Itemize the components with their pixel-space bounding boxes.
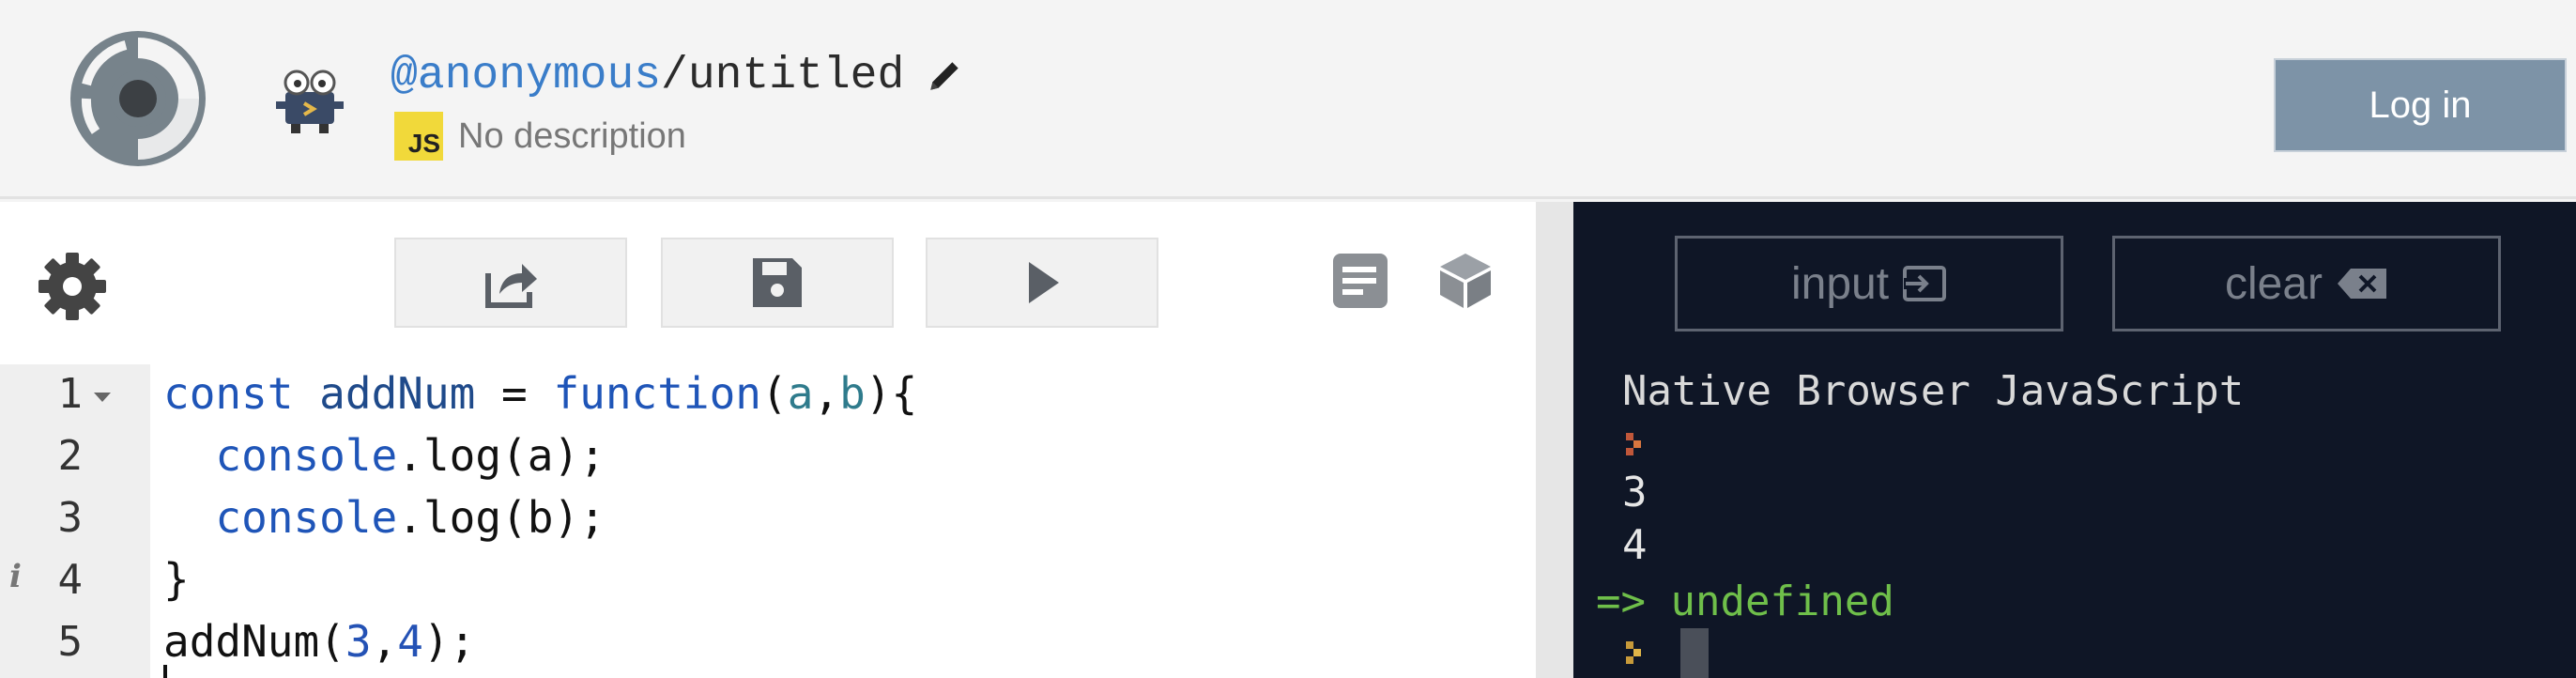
input-icon xyxy=(1903,266,1947,301)
share-button[interactable] xyxy=(394,238,627,328)
clear-button[interactable]: clear xyxy=(2112,236,2501,331)
repl-name[interactable]: /untitled xyxy=(661,51,904,101)
line-number-gutter: 1 2 3 i 4 5 xyxy=(0,364,150,678)
console-result-line: => undefined xyxy=(1596,578,1894,625)
code-line-5[interactable]: addNum(3,4); xyxy=(163,616,475,667)
repl-subtitle: JS No description xyxy=(394,111,686,162)
prompt-icon xyxy=(1626,433,1641,455)
gear-icon[interactable] xyxy=(38,252,107,321)
console-input-cursor[interactable] xyxy=(1680,628,1709,678)
repl-title: @anonymous/untitled xyxy=(391,43,964,109)
run-button[interactable] xyxy=(926,238,1158,328)
console-output-line: 4 xyxy=(1622,521,1648,569)
line-number: 1 xyxy=(57,370,84,418)
logo-icon[interactable] xyxy=(68,28,208,169)
package-icon[interactable] xyxy=(1434,250,1496,312)
prompt-icon xyxy=(1626,641,1641,664)
share-icon xyxy=(485,264,537,308)
console-output-line: 3 xyxy=(1622,469,1648,516)
login-button[interactable]: Log in xyxy=(2274,58,2567,152)
input-button[interactable]: input xyxy=(1675,236,2063,331)
code-line-4[interactable]: } xyxy=(163,554,190,605)
header-bar: @anonymous/untitled JS No description Lo… xyxy=(0,0,2576,199)
owner-link[interactable]: @anonymous xyxy=(391,51,661,101)
play-icon xyxy=(1029,262,1059,303)
js-language-icon: JS xyxy=(394,112,443,161)
repl-description[interactable]: No description xyxy=(458,116,686,157)
save-button[interactable] xyxy=(661,238,894,328)
line-number: 4 xyxy=(57,556,84,604)
code-line-1[interactable]: const addNum = function(a,b){ xyxy=(163,368,917,419)
editor-cursor xyxy=(163,665,167,678)
line-number: 2 xyxy=(57,432,84,480)
fold-arrow-icon[interactable] xyxy=(94,393,111,402)
code-line-3[interactable]: console.log(b); xyxy=(163,492,605,543)
avatar-icon[interactable] xyxy=(272,64,347,139)
line-number: 3 xyxy=(57,494,84,542)
save-icon xyxy=(753,258,802,307)
pencil-icon[interactable] xyxy=(925,56,964,96)
backspace-icon xyxy=(2338,269,2387,299)
file-text-icon[interactable] xyxy=(1329,250,1391,312)
code-line-2[interactable]: console.log(a); xyxy=(163,430,605,481)
console-language-line: Native Browser JavaScript xyxy=(1622,367,2245,415)
console-pane: input clear Native Browser JavaScript 3 … xyxy=(1573,202,2576,678)
line-number: 5 xyxy=(57,618,84,666)
pane-divider[interactable] xyxy=(1536,202,1573,678)
